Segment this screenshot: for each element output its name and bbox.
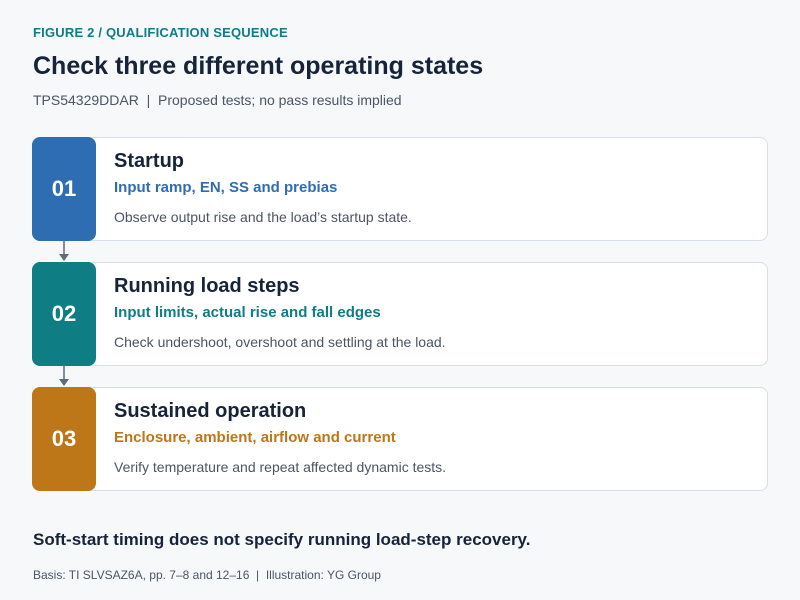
step-3: 03 Sustained operation Enclosure, ambien… bbox=[32, 387, 768, 491]
step-description: Check undershoot, overshoot and settling… bbox=[114, 334, 446, 350]
step-description: Observe output rise and the load’s start… bbox=[114, 209, 412, 225]
step-number-badge: 03 bbox=[32, 387, 96, 491]
figure-label: FIGURE 2 / QUALIFICATION SEQUENCE bbox=[33, 25, 288, 40]
step-number-badge: 01 bbox=[32, 137, 96, 241]
step-subtitle: Input ramp, EN, SS and prebias bbox=[114, 179, 338, 196]
page-subtitle: TPS54329DDAR | Proposed tests; no pass r… bbox=[33, 92, 402, 108]
step-number-badge: 02 bbox=[32, 262, 96, 366]
step-title: Running load steps bbox=[114, 275, 300, 297]
step-2: 02 Running load steps Input limits, actu… bbox=[32, 262, 768, 366]
conclusion-text: Soft-start timing does not specify runni… bbox=[33, 530, 531, 549]
step-subtitle: Enclosure, ambient, airflow and current bbox=[114, 429, 396, 446]
down-arrow-icon bbox=[59, 241, 69, 261]
step-title: Sustained operation bbox=[114, 400, 307, 422]
step-title: Startup bbox=[114, 150, 184, 172]
down-arrow-icon bbox=[59, 366, 69, 386]
source-note: Basis: TI SLVSAZ6A, pp. 7–8 and 12–16 | … bbox=[33, 568, 381, 582]
step-description: Verify temperature and repeat affected d… bbox=[114, 459, 447, 475]
step-subtitle: Input limits, actual rise and fall edges bbox=[114, 304, 381, 321]
step-1: 01 Startup Input ramp, EN, SS and prebia… bbox=[32, 137, 768, 241]
page-title: Check three different operating states bbox=[33, 52, 484, 80]
